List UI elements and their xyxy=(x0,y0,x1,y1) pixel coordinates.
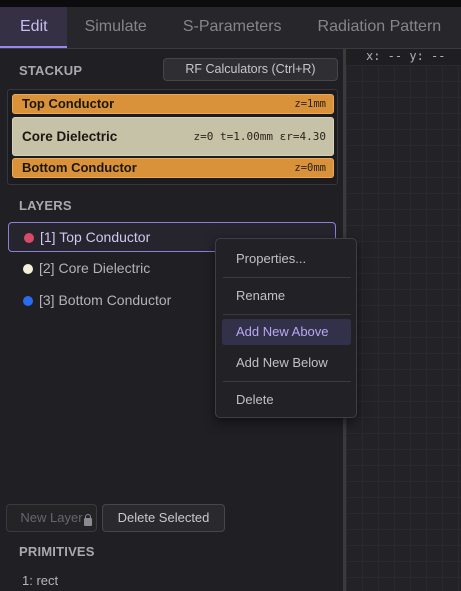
menu-item-rename[interactable]: Rename xyxy=(222,283,351,309)
stackup-diagram: Top Conductor z=1mm Core Dielectric z=0 … xyxy=(7,89,338,185)
menu-item-add-new-above[interactable]: Add New Above xyxy=(222,319,351,345)
layers-heading: LAYERS xyxy=(19,198,72,213)
menu-item-properties[interactable]: Properties... xyxy=(222,246,351,272)
layer-label: [1] Top Conductor xyxy=(40,229,151,245)
stackup-row-tag: z=0 t=1.00mm εr=4.30 xyxy=(193,130,326,143)
tab-edit[interactable]: Edit xyxy=(0,7,67,48)
primitive-item[interactable]: 1: rect xyxy=(22,573,58,588)
stackup-row-name: Bottom Conductor xyxy=(22,160,137,175)
stackup-row-tag: z=0mm xyxy=(294,162,326,174)
menu-separator xyxy=(223,381,351,382)
layer-color-dot xyxy=(24,233,34,243)
primitives-heading: PRIMITIVES xyxy=(19,544,95,559)
main-tab-bar: Edit Simulate S-Parameters Radiation Pat… xyxy=(0,7,461,49)
design-canvas[interactable]: x: -- y: -- xyxy=(346,49,461,591)
layer-color-dot xyxy=(23,296,33,306)
stackup-row-tag: z=1mm xyxy=(294,98,326,110)
menu-item-delete[interactable]: Delete xyxy=(222,387,351,413)
window-top-strip xyxy=(0,0,461,7)
rf-calculators-button[interactable]: RF Calculators (Ctrl+R) xyxy=(163,58,338,81)
stackup-heading: STACKUP xyxy=(19,63,83,78)
coordinate-readout: x: -- y: -- xyxy=(346,49,461,65)
layer-label: [2] Core Dielectric xyxy=(39,260,151,276)
layer-context-menu: Properties... Rename Add New Above Add N… xyxy=(215,238,357,418)
delete-selected-button[interactable]: Delete Selected xyxy=(102,504,225,532)
menu-item-add-new-below[interactable]: Add New Below xyxy=(222,350,351,376)
menu-separator xyxy=(223,314,351,315)
lock-icon xyxy=(84,514,92,526)
tab-s-parameters[interactable]: S-Parameters xyxy=(165,7,300,48)
new-layer-button[interactable]: New Layer xyxy=(6,504,97,532)
stackup-row-top-conductor[interactable]: Top Conductor z=1mm xyxy=(12,94,334,114)
layer-label: [3] Bottom Conductor xyxy=(39,292,172,308)
stackup-row-name: Top Conductor xyxy=(22,96,115,111)
menu-separator xyxy=(223,277,351,278)
tab-radiation-pattern[interactable]: Radiation Pattern xyxy=(300,7,460,48)
stackup-row-bottom-conductor[interactable]: Bottom Conductor z=0mm xyxy=(12,158,334,178)
layer-color-dot xyxy=(23,264,33,274)
stackup-row-core-dielectric[interactable]: Core Dielectric z=0 t=1.00mm εr=4.30 xyxy=(12,117,334,156)
new-layer-label: New Layer xyxy=(20,510,83,525)
tab-simulate[interactable]: Simulate xyxy=(67,7,165,48)
stackup-row-name: Core Dielectric xyxy=(22,129,118,144)
